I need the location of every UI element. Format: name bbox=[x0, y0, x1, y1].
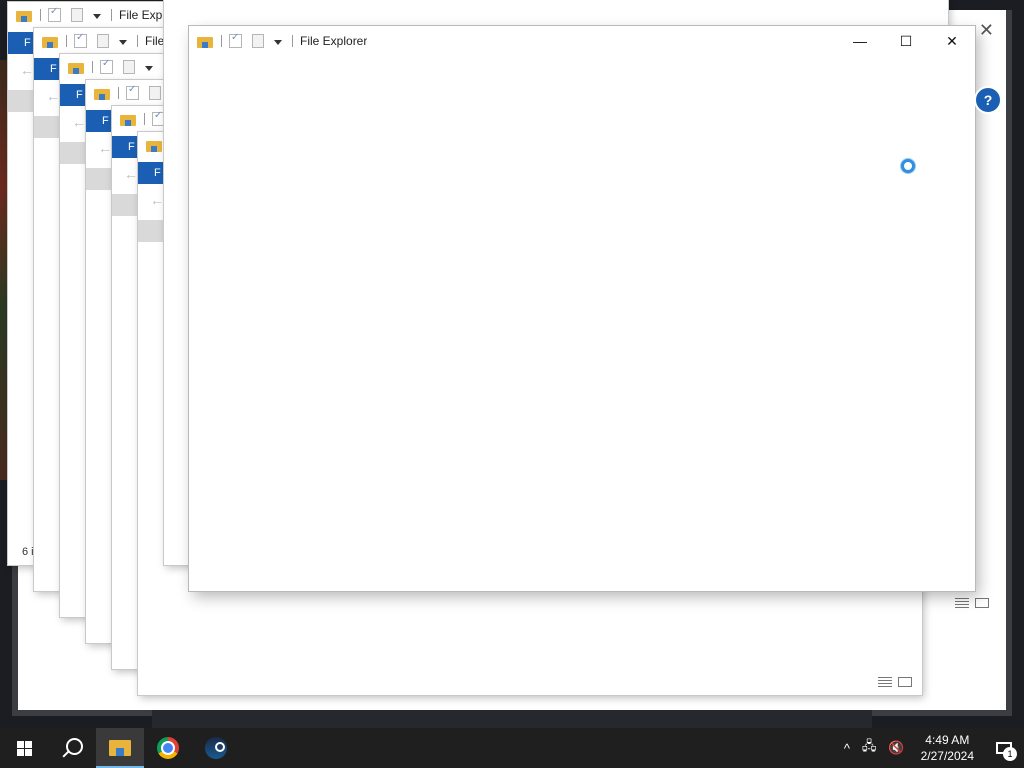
back-arrow-icon[interactable]: ← bbox=[72, 114, 86, 130]
window-title: File Expl bbox=[119, 8, 166, 22]
minimize-button[interactable]: — bbox=[837, 26, 883, 56]
details-view-icon[interactable] bbox=[955, 598, 969, 608]
address-bar[interactable] bbox=[112, 194, 138, 216]
new-folder-icon[interactable] bbox=[71, 8, 83, 22]
folder-icon bbox=[68, 61, 84, 74]
taskbar: ^ 🖧 🔇 4:49 AM 2/27/2024 1 bbox=[0, 728, 1024, 768]
new-folder-icon[interactable] bbox=[252, 34, 264, 48]
back-arrow-icon[interactable]: ← bbox=[124, 166, 138, 182]
background-close-icon[interactable]: ✕ bbox=[979, 20, 994, 41]
folder-icon bbox=[16, 9, 32, 22]
chevron-up-icon[interactable]: ^ bbox=[838, 741, 856, 756]
background-view-toggle[interactable] bbox=[955, 598, 989, 608]
clock-time: 4:49 AM bbox=[925, 733, 970, 747]
folder-icon bbox=[120, 113, 136, 126]
folder-icon bbox=[197, 35, 213, 48]
chevron-down-icon[interactable] bbox=[145, 65, 153, 71]
help-icon[interactable]: ? bbox=[974, 86, 1002, 114]
system-tray: ^ 🖧 🔇 4:49 AM 2/27/2024 1 bbox=[838, 728, 1024, 768]
folder-icon bbox=[109, 740, 131, 756]
thumbnail-view-icon[interactable] bbox=[898, 677, 912, 687]
start-button[interactable] bbox=[0, 728, 48, 768]
loading-spinner-icon bbox=[901, 159, 915, 173]
address-bar[interactable] bbox=[138, 220, 164, 242]
search-icon bbox=[65, 737, 83, 755]
properties-icon[interactable] bbox=[48, 6, 61, 22]
maximize-button[interactable]: ☐ bbox=[883, 26, 929, 56]
taskbar-chrome[interactable] bbox=[144, 728, 192, 768]
address-bar[interactable] bbox=[86, 168, 112, 190]
thumbnail-view-icon[interactable] bbox=[975, 598, 989, 608]
network-icon[interactable]: 🖧 bbox=[856, 737, 883, 759]
chevron-down-icon[interactable] bbox=[93, 13, 101, 19]
folder-icon bbox=[146, 139, 162, 152]
new-folder-icon[interactable] bbox=[149, 86, 161, 100]
back-arrow-icon[interactable]: ← bbox=[46, 88, 60, 104]
address-bar[interactable] bbox=[34, 116, 60, 138]
clock[interactable]: 4:49 AM 2/27/2024 bbox=[911, 732, 984, 764]
chevron-down-icon[interactable] bbox=[119, 39, 127, 45]
details-view-icon[interactable] bbox=[878, 677, 892, 687]
back-arrow-icon[interactable]: ← bbox=[150, 192, 164, 208]
view-toggle[interactable] bbox=[878, 677, 912, 687]
window-title: File bbox=[145, 34, 165, 48]
window-title: File Explorer bbox=[300, 34, 368, 48]
close-button[interactable]: ✕ bbox=[929, 26, 975, 56]
notification-badge: 1 bbox=[1003, 747, 1017, 761]
action-center-button[interactable]: 1 bbox=[984, 728, 1024, 768]
back-arrow-icon[interactable]: ← bbox=[20, 62, 34, 78]
file-explorer-window[interactable]: File Explorer — ☐ ✕ bbox=[189, 26, 975, 591]
steam-icon bbox=[205, 737, 227, 759]
new-folder-icon[interactable] bbox=[97, 34, 109, 48]
status-text: 6 i bbox=[22, 546, 34, 558]
properties-icon[interactable] bbox=[229, 32, 242, 48]
clock-date: 2/27/2024 bbox=[920, 749, 974, 763]
taskbar-file-explorer[interactable] bbox=[96, 728, 144, 768]
chevron-down-icon[interactable] bbox=[274, 39, 282, 45]
folder-icon bbox=[94, 87, 110, 100]
new-folder-icon[interactable] bbox=[123, 60, 135, 74]
taskbar-steam[interactable] bbox=[192, 728, 240, 768]
back-arrow-icon[interactable]: ← bbox=[98, 140, 112, 156]
address-bar[interactable] bbox=[60, 142, 86, 164]
address-bar[interactable] bbox=[8, 90, 34, 112]
volume-muted-icon[interactable]: 🔇 bbox=[882, 740, 910, 756]
properties-icon[interactable] bbox=[126, 84, 139, 100]
chrome-icon bbox=[157, 737, 179, 759]
search-button[interactable] bbox=[48, 728, 96, 768]
windows-logo-icon bbox=[16, 740, 32, 756]
folder-icon bbox=[42, 35, 58, 48]
properties-icon[interactable] bbox=[100, 58, 113, 74]
properties-icon[interactable] bbox=[74, 32, 87, 48]
